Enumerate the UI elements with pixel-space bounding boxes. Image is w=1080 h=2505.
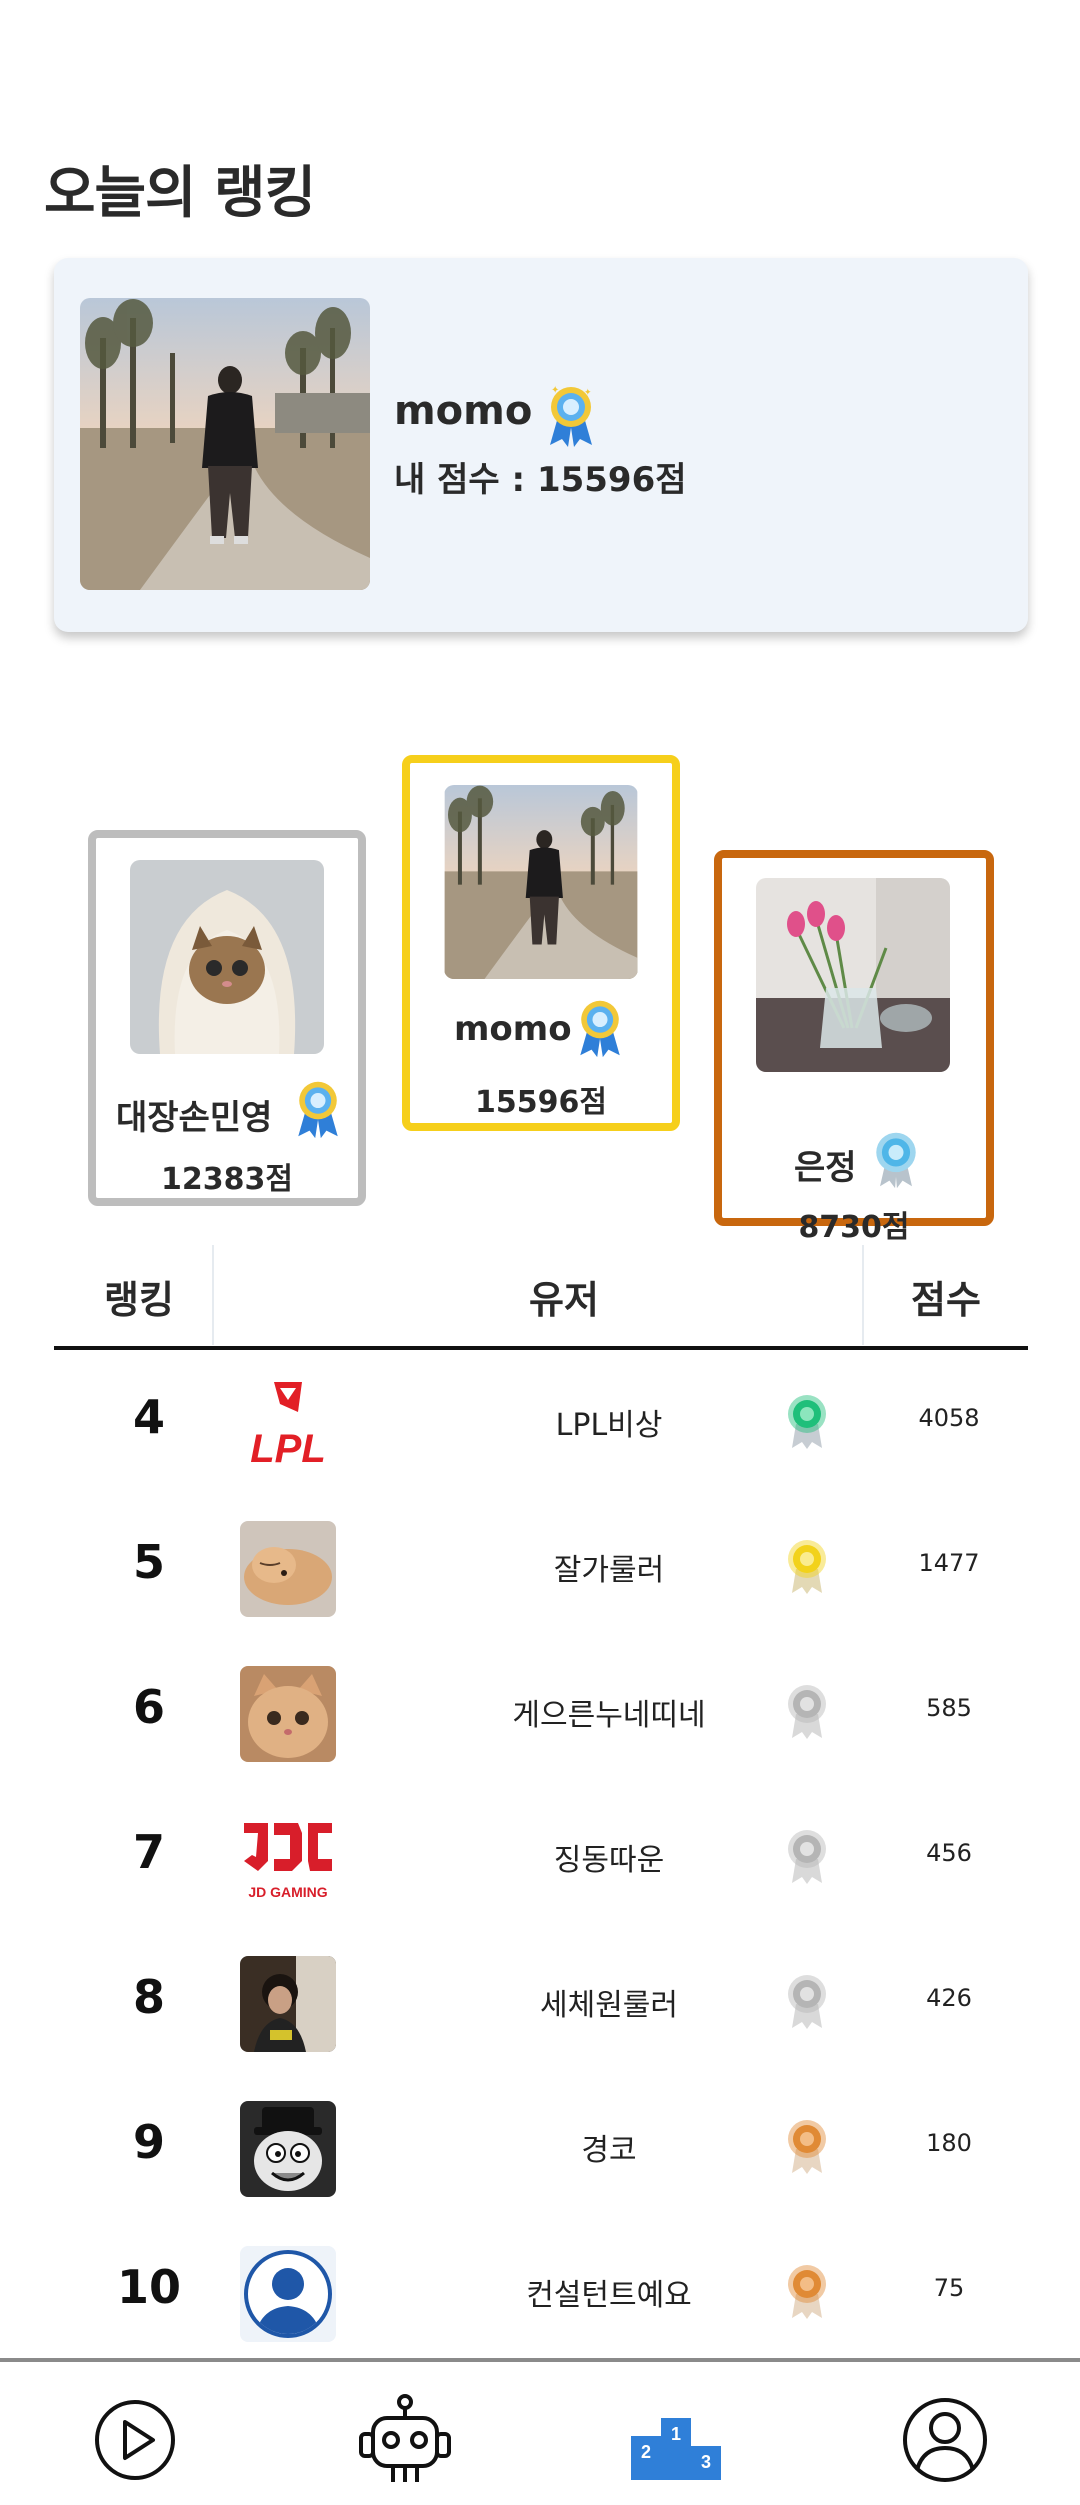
gold-medal-icon (784, 1537, 830, 1595)
my-ranking-card[interactable]: momo ✦ ✦ 내 점수 : 15596점 (54, 258, 1028, 632)
ribbon-medal-icon (574, 997, 626, 1059)
avatar (444, 785, 638, 979)
user-score: 1477 (918, 1549, 980, 1577)
user-score: 426 (926, 1984, 972, 2012)
user-name: 잘가룰러 (553, 1553, 665, 1588)
table-row[interactable]: 5 잘가룰러 1477 (54, 1495, 1028, 1640)
ribbon-medal-icon: ✦ ✦ (544, 383, 598, 449)
table-row[interactable]: 6 게으른누네띠네 585 (54, 1640, 1028, 1785)
podium-icon[interactable]: 1 2 3 (625, 2390, 725, 2490)
avatar (130, 860, 324, 1054)
rank-number: 9 (132, 2115, 165, 2169)
user-score: 456 (926, 1839, 972, 1867)
user-score: 180 (926, 2129, 972, 2157)
user-name: LPL비상 (555, 1408, 663, 1443)
podium-first-name: momo (454, 1009, 572, 1049)
user-column-header: 유저 (529, 1278, 599, 1322)
silver-medal-icon (784, 1682, 830, 1740)
profile-icon[interactable] (895, 2390, 995, 2490)
podium-first-score: 15596점 (475, 1085, 607, 1120)
ranking-table-header: 랭킹 유저 점수 (54, 1245, 1028, 1350)
cartoon-avatar (240, 2101, 336, 2197)
my-score: 내 점수 : 15596점 (394, 460, 687, 500)
user-name: 컨설턴트예요 (526, 2278, 692, 2313)
orange-cat-avatar (240, 1666, 336, 1762)
rank-number: 5 (132, 1535, 165, 1589)
ribbon-medal-icon (292, 1078, 344, 1140)
green-medal-icon (784, 1392, 830, 1450)
page-title: 오늘의 랭킹 (44, 161, 316, 226)
my-profile-photo (80, 298, 370, 590)
table-row[interactable]: 8 세체원룰러 426 (54, 1930, 1028, 2075)
user-score: 585 (926, 1694, 972, 1722)
table-row[interactable]: 7 JD GAMING 징동따운 456 (54, 1785, 1028, 1930)
diamond-medal-icon (870, 1128, 922, 1190)
default-user-avatar (240, 2246, 336, 2342)
podium-third-score: 8730점 (798, 1210, 910, 1245)
table-row[interactable]: 9 경코 180 (54, 2075, 1028, 2220)
bronze-medal-icon (784, 2262, 830, 2320)
svg-text:LPL: LPL (250, 1427, 326, 1471)
score-column-header: 점수 (911, 1278, 981, 1322)
lpl-logo-avatar: LPL (240, 1376, 336, 1472)
play-icon[interactable] (85, 2390, 185, 2490)
rank-number: 4 (132, 1390, 165, 1444)
svg-text:JD GAMING: JD GAMING (248, 1884, 327, 1900)
podium-digit-2: 2 (641, 2442, 651, 2462)
podium-second[interactable]: 대장손민영 12383점 (88, 830, 366, 1206)
podium-third[interactable]: 은정 8730점 (714, 850, 994, 1245)
person-photo-avatar (240, 1956, 336, 2052)
rank-column-header: 랭킹 (104, 1278, 174, 1322)
bottom-navigation: 1 2 3 (0, 2358, 1080, 2505)
user-name: 징동따운 (553, 1843, 665, 1878)
jdg-logo-avatar: JD GAMING (240, 1811, 336, 1907)
rank-number: 6 (132, 1680, 165, 1734)
user-score: 75 (933, 2274, 965, 2302)
podium-third-name: 은정 (794, 1148, 857, 1188)
user-name: 세체원룰러 (540, 1988, 678, 2023)
rank-number: 10 (116, 2260, 181, 2314)
user-score: 4058 (918, 1404, 980, 1432)
podium-digit-3: 3 (701, 2452, 711, 2472)
silver-medal-icon (784, 1972, 830, 2030)
silver-medal-icon (784, 1827, 830, 1885)
rank-number: 8 (132, 1970, 165, 2024)
user-name: 경코 (581, 2133, 637, 2168)
podium-second-name: 대장손민영 (116, 1098, 273, 1138)
user-name: 게으른누네띠네 (512, 1698, 706, 1733)
podium-digit-1: 1 (671, 2424, 681, 2444)
bronze-medal-icon (784, 2117, 830, 2175)
table-row[interactable]: 4 LPL LPL비상 4058 (54, 1350, 1028, 1495)
podium-first[interactable]: momo 15596점 (402, 755, 680, 1131)
avatar (756, 878, 950, 1072)
svg-text:✦: ✦ (551, 385, 559, 396)
robot-icon[interactable] (355, 2390, 455, 2490)
svg-text:✦: ✦ (584, 388, 592, 398)
podium-second-score: 12383점 (161, 1162, 293, 1197)
table-row[interactable]: 10 컨설턴트예요 75 (54, 2220, 1028, 2365)
my-name: momo (394, 388, 533, 434)
rank-number: 7 (132, 1825, 165, 1879)
sleeping-dog-avatar (240, 1521, 336, 1617)
